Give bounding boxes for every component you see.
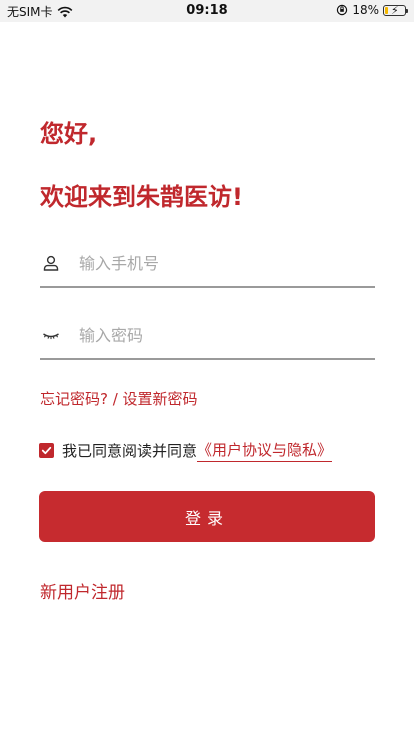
checkmark-icon bbox=[41, 446, 52, 454]
login-screen: 无SIM卡 09:18 18% ⚡ 您好, 欢迎来到朱鹊医访! 输入手机号 忘记… bbox=[0, 0, 414, 736]
password-field[interactable] bbox=[40, 312, 375, 360]
agreement-text: 我已同意阅读并同意 bbox=[62, 441, 198, 460]
phone-input[interactable] bbox=[79, 250, 369, 276]
forgot-password-link[interactable]: 忘记密码? / 设置新密码 bbox=[40, 388, 198, 409]
orientation-lock-icon bbox=[337, 4, 348, 16]
status-right: 18% ⚡ bbox=[336, 3, 408, 17]
battery-percent: 18% bbox=[352, 3, 379, 17]
user-agreement-link[interactable]: 《用户协议与隐私》 bbox=[197, 439, 333, 462]
phone-field[interactable] bbox=[40, 240, 375, 288]
agreement-row: 我已同意阅读并同意 《用户协议与隐私》 bbox=[39, 439, 333, 462]
battery-icon: ⚡ bbox=[383, 3, 408, 17]
welcome-title: 欢迎来到朱鹊医访! bbox=[40, 183, 243, 211]
greeting-title: 您好, bbox=[40, 120, 98, 148]
eye-closed-icon[interactable] bbox=[42, 326, 60, 344]
charging-bolt-icon: ⚡ bbox=[391, 3, 399, 17]
battery-level-fill bbox=[385, 6, 389, 14]
user-icon bbox=[43, 255, 59, 271]
agreement-checkbox[interactable] bbox=[39, 442, 54, 458]
register-link[interactable]: 新用户注册 bbox=[40, 578, 125, 603]
status-bar: 无SIM卡 09:18 18% ⚡ bbox=[0, 0, 414, 22]
login-button[interactable]: 登录 bbox=[39, 491, 375, 542]
password-input[interactable] bbox=[79, 322, 369, 348]
